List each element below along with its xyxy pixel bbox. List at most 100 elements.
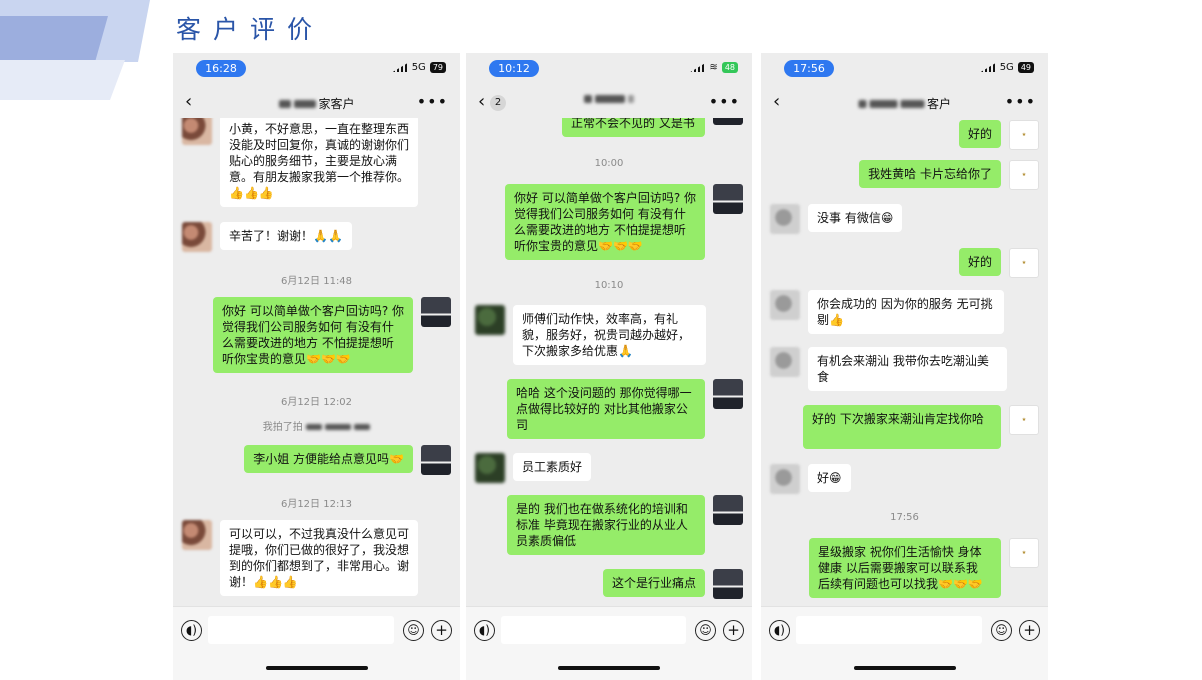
chat-history[interactable]: 正常不会不见的 又是书 10:00 你好 可以简单做个客户回访吗? 你觉得我们公… (466, 118, 752, 606)
message-bubble: 好😁 (808, 464, 851, 492)
header-decoration (0, 60, 125, 100)
status-time: 16:28 (196, 60, 246, 77)
message-bubble: 小黄，不好意思，一直在整理东西没能及时回复你，真诚的谢谢你们贴心的服务细节，主要… (220, 118, 418, 207)
contact-avatar (770, 204, 800, 234)
chat-nav-bar: ‹ 2 ••• (466, 89, 752, 117)
home-indicator (558, 666, 660, 670)
message-bubble: 没事 有微信😁 (808, 204, 903, 232)
agent-avatar (421, 297, 451, 327)
time-separator: 10:10 (594, 280, 624, 291)
message-bubble: 我姓黄哈 卡片忘给你了 (859, 160, 1001, 188)
agent-logo-avatar: ★ (1009, 405, 1039, 435)
message-input[interactable] (796, 616, 982, 644)
more-icon[interactable]: ••• (1005, 92, 1036, 111)
chat-title: 家客户 (278, 95, 355, 112)
status-bar: 17:56 5G 49 (761, 53, 1048, 83)
emoji-icon[interactable]: ☺ (695, 620, 716, 641)
contact-avatar (475, 305, 505, 335)
plus-icon[interactable]: + (431, 620, 452, 641)
contact-avatar (182, 222, 212, 252)
redacted-name (595, 95, 625, 103)
redacted-name (899, 99, 924, 108)
voice-icon[interactable]: ◖) (181, 620, 202, 641)
battery-icon: 79 (429, 62, 446, 73)
phone-screenshot-3: 17:56 5G 49 ‹ 客户 ••• ★ 好的 ★ 我姓黄哈 卡片忘给你了 … (761, 53, 1048, 680)
signal-icon (980, 63, 996, 72)
redacted-name (857, 99, 866, 108)
message-bubble: 你好 可以简单做个客户回访吗? 你觉得我们公司服务如何 有没有什么需要改进的地方… (505, 184, 705, 260)
plus-icon[interactable]: + (723, 620, 744, 641)
status-bar: 10:12 ≋ 48 (466, 53, 752, 83)
agent-avatar (713, 118, 743, 125)
chat-title (584, 95, 634, 103)
battery-icon: 49 (1017, 62, 1034, 73)
message-input[interactable] (501, 616, 686, 644)
back-icon[interactable]: ‹ (773, 91, 780, 112)
message-bubble: 好的 下次搬家来潮汕肯定找你哈 (803, 405, 1001, 449)
message-bubble: 你会成功的 因为你的服务 无可挑剔👍 (808, 290, 1004, 334)
more-icon[interactable]: ••• (709, 92, 740, 111)
header-decoration (0, 16, 108, 62)
agent-avatar (713, 569, 743, 599)
contact-avatar (475, 453, 505, 483)
battery-icon: 48 (721, 62, 738, 73)
input-bar: ◖) ☺ + (173, 606, 460, 680)
contact-avatar (770, 464, 800, 494)
time-separator: 6月12日 12:02 (280, 397, 353, 408)
plus-icon[interactable]: + (1019, 620, 1040, 641)
voice-icon[interactable]: ◖) (769, 620, 790, 641)
agent-avatar (713, 495, 743, 525)
agent-avatar (713, 379, 743, 409)
emoji-icon[interactable]: ☺ (403, 620, 424, 641)
home-indicator (853, 666, 956, 670)
agent-logo-avatar: ★ (1009, 160, 1039, 190)
agent-avatar (421, 445, 451, 475)
message-bubble: 辛苦了！谢谢！🙏🙏 (220, 222, 352, 250)
redacted-name (293, 99, 316, 108)
back-icon[interactable]: ‹ (185, 91, 192, 112)
input-bar: ◖) ☺ + (466, 606, 752, 680)
message-bubble: 师傅们动作快，效率高，有礼貌，服务好，祝贵司越办越好，下次搬家多给优惠🙏 (513, 305, 706, 365)
message-input[interactable] (208, 616, 394, 644)
status-time: 10:12 (489, 60, 539, 77)
redacted-name (628, 95, 634, 103)
status-bar: 16:28 5G 79 (173, 53, 460, 83)
network-label: 5G (411, 62, 426, 73)
message-bubble: 星级搬家 祝你们生活愉快 身体健康 以后需要搬家可以联系我 后续有问题也可以找我… (809, 538, 1001, 598)
chat-nav-bar: ‹ 家客户 ••• (173, 89, 460, 117)
message-bubble: 有机会来潮汕 我带你去吃潮汕美食 (808, 347, 1007, 391)
unread-badge: 2 (490, 95, 506, 111)
wifi-icon: ≋ (709, 62, 718, 73)
message-bubble: 员工素质好 (513, 453, 592, 481)
time-separator: 6月12日 12:13 (280, 499, 353, 510)
contact-avatar (182, 118, 212, 145)
message-bubble: 哈哈 这个没问题的 那你觉得哪一点做得比较好的 对比其他搬家公司 (507, 379, 705, 439)
redacted-name (584, 95, 592, 103)
pat-system-message: 我拍了拍 (173, 418, 460, 433)
chat-nav-bar: ‹ 客户 ••• (761, 89, 1048, 117)
chat-history[interactable]: 小黄，不好意思，一直在整理东西没能及时回复你，真诚的谢谢你们贴心的服务细节，主要… (173, 118, 460, 606)
contact-avatar (182, 520, 212, 550)
agent-logo-avatar: ★ (1009, 538, 1039, 568)
voice-icon[interactable]: ◖) (474, 620, 495, 641)
agent-logo-avatar: ★ (1009, 248, 1039, 278)
message-bubble: 李小姐 方便能给点意见吗🤝 (244, 445, 413, 473)
phone-screenshot-1: 16:28 5G 79 ‹ 家客户 ••• 小黄，不好意思，一直在整理东西没能及… (173, 53, 460, 680)
signal-icon (392, 63, 408, 72)
time-separator: 6月12日 11:48 (280, 276, 353, 287)
status-time: 17:56 (784, 60, 834, 77)
message-bubble: 是的 我们也在做系统化的培训和标准 毕竟现在搬家行业的从业人员素质偏低 (507, 495, 705, 555)
agent-avatar (713, 184, 743, 214)
message-bubble: 正常不会不见的 又是书 (562, 118, 705, 137)
network-label: 5G (999, 62, 1014, 73)
message-bubble: 好的 (958, 120, 1001, 148)
back-icon[interactable]: ‹ (478, 91, 485, 112)
more-icon[interactable]: ••• (417, 92, 448, 111)
message-bubble: 好的 (958, 248, 1001, 276)
home-indicator (265, 666, 368, 670)
contact-avatar (770, 290, 800, 320)
emoji-icon[interactable]: ☺ (991, 620, 1012, 641)
page-title: 客户评价 (176, 15, 325, 44)
chat-history[interactable]: ★ 好的 ★ 我姓黄哈 卡片忘给你了 没事 有微信😁 ★ 好的 你会成功的 因为… (761, 118, 1048, 606)
time-separator: 17:56 (890, 512, 919, 523)
